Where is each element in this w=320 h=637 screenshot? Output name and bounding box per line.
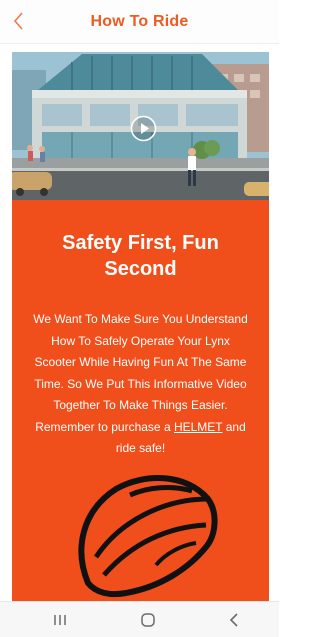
recents-icon (54, 615, 66, 625)
video-thumbnail[interactable] (12, 52, 269, 200)
helmet-illustration (78, 475, 218, 598)
helmet-reminder: Remember to purchase a HELMET and (35, 419, 246, 434)
page-title: How To Ride (90, 12, 189, 30)
home-button[interactable] (136, 608, 160, 632)
chevron-left-icon (13, 12, 23, 30)
home-icon (141, 613, 155, 627)
content-panel: Safety First, Fun Second We Want To Make… (12, 52, 269, 601)
back-icon (229, 613, 238, 627)
top-app-bar: How To Ride (0, 0, 279, 44)
section-heading: Safety First, Fun Second (62, 232, 219, 280)
helmet-link[interactable]: HELMET (174, 420, 222, 434)
system-back-button[interactable] (222, 608, 246, 632)
back-button[interactable] (6, 8, 32, 34)
description-text: We Want To Make Sure You Understand How … (20, 309, 261, 460)
recents-button[interactable] (48, 608, 72, 632)
system-nav-bar (0, 601, 279, 637)
play-icon[interactable] (130, 115, 157, 142)
